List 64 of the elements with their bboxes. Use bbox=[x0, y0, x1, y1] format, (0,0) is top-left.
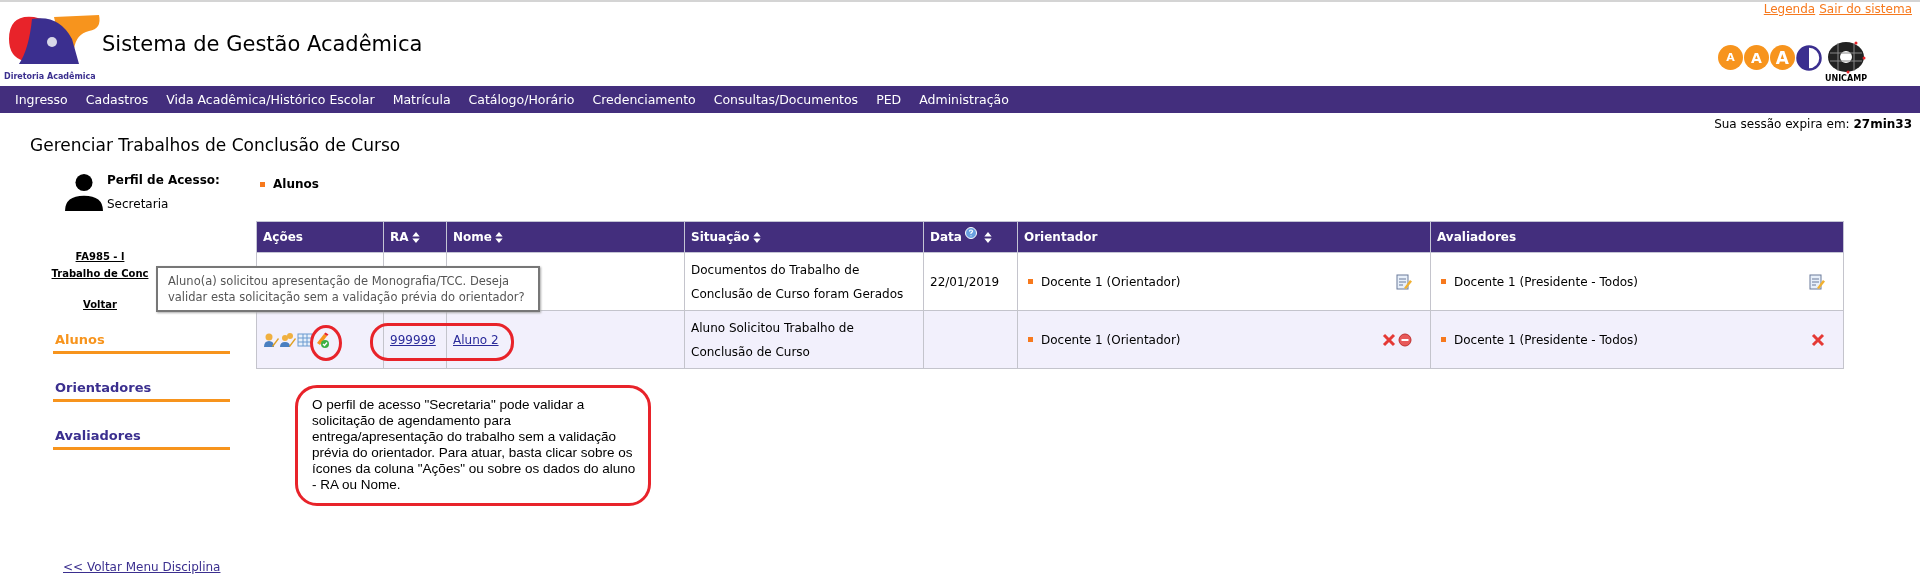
edit-people-icon[interactable] bbox=[280, 331, 296, 348]
help-icon[interactable] bbox=[964, 227, 977, 239]
evaluator-name: Docente 1 (Presidente - Todos) bbox=[1454, 273, 1640, 291]
menu-item[interactable]: Cadastros bbox=[76, 92, 158, 107]
bullet-icon bbox=[1028, 279, 1033, 284]
remove-icon[interactable] bbox=[1398, 332, 1412, 347]
sidebar-tab[interactable]: Avaliadores bbox=[53, 422, 230, 450]
profile-value: Secretaria bbox=[107, 197, 170, 211]
page-title: Gerenciar Trabalhos de Conclusão de Curso bbox=[30, 135, 402, 155]
column-title: Situação bbox=[691, 230, 750, 244]
edit-person-icon[interactable] bbox=[263, 331, 279, 348]
table-icon[interactable] bbox=[297, 331, 313, 348]
delete-icon[interactable] bbox=[1811, 332, 1825, 347]
column-title: Avaliadores bbox=[1437, 230, 1517, 244]
app-title: Sistema de Gestão Acadêmica bbox=[102, 32, 423, 56]
student-name-link[interactable]: Aluno 2 bbox=[453, 332, 499, 347]
course-name-link[interactable]: Trabalho de Conc bbox=[51, 268, 149, 279]
column-title: RA bbox=[390, 230, 409, 244]
sort-icon[interactable] bbox=[411, 231, 420, 243]
menu-item[interactable]: Ingresso bbox=[6, 92, 77, 107]
menu-item[interactable]: Catálogo/Horário bbox=[459, 92, 584, 107]
highlight-circle bbox=[310, 325, 342, 361]
menu-item[interactable]: Matrícula bbox=[383, 92, 460, 107]
sort-icon[interactable] bbox=[494, 231, 503, 243]
contrast-icon[interactable] bbox=[1795, 44, 1822, 71]
column-title: Nome bbox=[453, 230, 492, 244]
date-text: 22/01/2019 bbox=[930, 274, 1000, 289]
university-logo-icon bbox=[1825, 40, 1866, 74]
logo-caption: Diretoria Acadêmica bbox=[4, 72, 97, 81]
profile-label: Perfil de Acesso: bbox=[107, 173, 220, 187]
status-text: Aluno Solicitou Trabalho de Conclusão de Curso bbox=[691, 320, 854, 359]
back-menu-link[interactable]: << Voltar Menu Disciplina bbox=[63, 560, 240, 574]
ra-link[interactable]: 999999 bbox=[390, 332, 436, 347]
column-title: Ações bbox=[263, 230, 303, 244]
user-icon bbox=[64, 173, 104, 211]
bullet-icon bbox=[260, 181, 265, 187]
annotation-callout: O perfil de acesso "Secretaria" pode validar a solicitação de agendamento para entrega/apresentação do trabalho sem a validação prévia do orientador. Para atuar, basta clicar sobre os ícones da coluna "Ações" ou sobre os dados do aluno - RA ou Nome. bbox=[295, 385, 651, 506]
edit-form-icon[interactable] bbox=[1809, 273, 1825, 290]
menu-item[interactable]: Credenciamento bbox=[583, 92, 705, 107]
menu-item[interactable]: Administração bbox=[910, 92, 1018, 107]
sidebar-tab[interactable]: Orientadores bbox=[53, 374, 230, 402]
edit-form-icon[interactable] bbox=[1396, 273, 1412, 290]
sort-icon[interactable] bbox=[983, 231, 992, 243]
sort-icon[interactable] bbox=[752, 231, 761, 243]
status-text: Documentos do Trabalho de Conclusão de Curso foram Gerados bbox=[691, 262, 904, 301]
delete-icon[interactable] bbox=[1382, 332, 1396, 347]
column-title: Data bbox=[930, 230, 962, 244]
evaluator-name: Docente 1 (Presidente - Todos) bbox=[1454, 331, 1640, 349]
session-timer: Sua sessão expira em: 27min33 bbox=[1714, 117, 1912, 133]
back-link[interactable]: Voltar bbox=[83, 299, 117, 310]
menu-item[interactable]: Consultas/Documentos bbox=[704, 92, 868, 107]
menu-item[interactable]: Vida Acadêmica/Histórico Escolar bbox=[157, 92, 384, 107]
pencil-check-icon[interactable] bbox=[314, 331, 330, 348]
university-name: UNICAMP bbox=[1824, 74, 1867, 83]
column-title: Orientador bbox=[1024, 230, 1098, 244]
section-title: Alunos bbox=[273, 177, 319, 191]
advisor-name: Docente 1 (Orientador) bbox=[1041, 273, 1182, 291]
course-code-link[interactable]: FA985 - l bbox=[75, 251, 125, 262]
advisor-name: Docente 1 (Orientador) bbox=[1041, 331, 1182, 349]
menu-item[interactable]: PED bbox=[867, 92, 911, 107]
bullet-icon bbox=[1441, 279, 1446, 284]
tooltip: Aluno(a) solicitou apresentação de Monografia/TCC. Deseja validar esta solicitação sem a validação prévia do orientador? bbox=[156, 266, 540, 312]
bullet-icon bbox=[1028, 337, 1033, 342]
bullet-icon bbox=[1441, 337, 1446, 342]
